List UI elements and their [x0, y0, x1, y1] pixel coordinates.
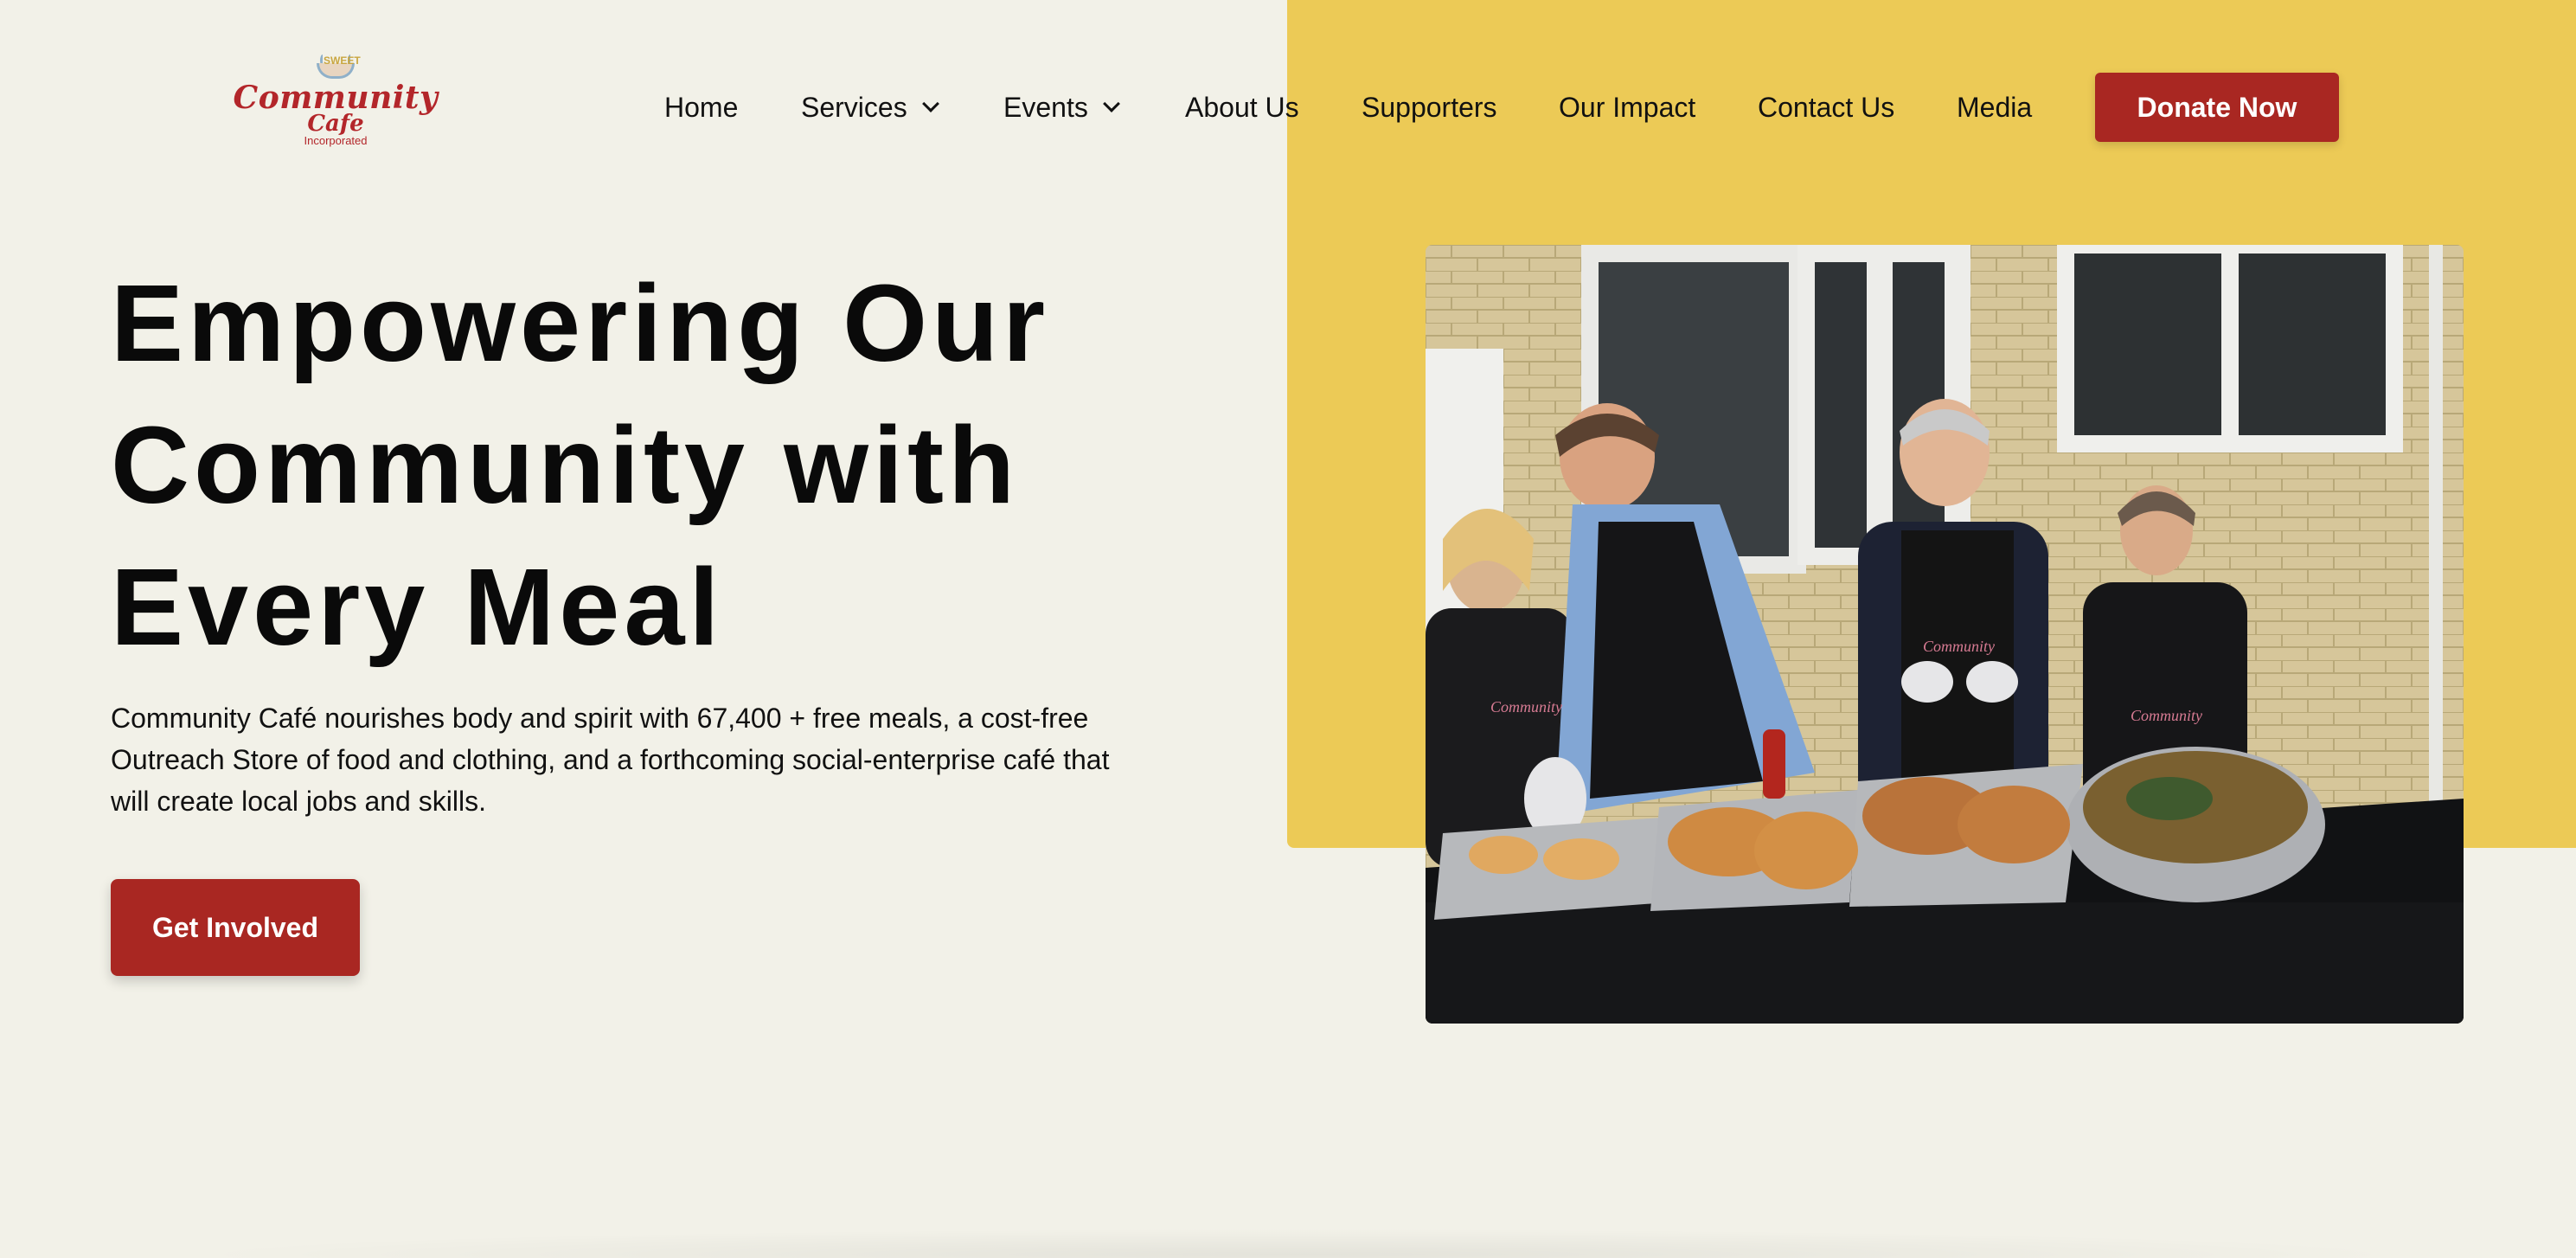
nav-item-media[interactable]: Media: [1957, 76, 2032, 138]
chevron-down-icon: [1102, 95, 1120, 112]
hero-title-line: Empowering Our: [111, 262, 1050, 384]
nav-item-label: Events: [1003, 91, 1088, 123]
nav-item-our-impact[interactable]: Our Impact: [1559, 76, 1695, 138]
hero-description: Community Café nourishes body and spirit…: [111, 703, 1110, 817]
get-involved-button[interactable]: Get Involved: [111, 879, 360, 976]
svg-text:Community: Community: [1923, 638, 1995, 655]
nav-item-label: Supporters: [1362, 91, 1497, 123]
section-divider-shadow: [173, 1229, 2422, 1258]
donate-now-button[interactable]: Donate Now: [2095, 73, 2339, 142]
nav-item-label: Contact Us: [1758, 91, 1895, 123]
svg-text:Community: Community: [1490, 698, 1562, 716]
hero-title-line: Every Meal: [111, 546, 724, 668]
volunteers-photo: Community Community Community: [1426, 245, 2464, 1024]
nav-item-label: Home: [664, 91, 739, 123]
nav-item-label: Services: [801, 91, 907, 123]
hero-title-line: Community with: [111, 404, 1019, 526]
hero-title: Empowering Our Community with Every Meal: [111, 253, 1235, 678]
nav-item-events[interactable]: Events: [1003, 76, 1120, 138]
logo-badge: SWEET: [324, 55, 361, 67]
nav-item-label: Media: [1957, 91, 2033, 123]
nav-item-about-us[interactable]: About Us: [1185, 76, 1299, 138]
chevron-down-icon: [921, 95, 939, 112]
svg-text:Community: Community: [2131, 707, 2202, 724]
nav-item-label: About Us: [1185, 91, 1299, 123]
nav-item-home[interactable]: Home: [664, 76, 738, 138]
nav-item-label: Our Impact: [1559, 91, 1696, 123]
nav-item-contact-us[interactable]: Contact Us: [1758, 76, 1894, 138]
nav-item-supporters[interactable]: Supporters: [1362, 76, 1497, 138]
nav-item-services[interactable]: Services: [801, 76, 939, 138]
